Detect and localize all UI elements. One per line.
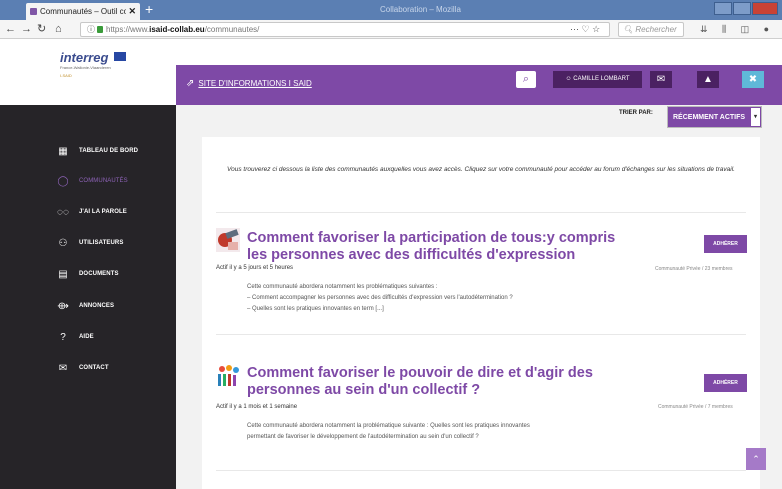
sidebar-item-dashboard[interactable]: ▦ TABLEAU DE BORD (56, 144, 138, 158)
logo-project: I-SAID (60, 73, 72, 78)
tab-title: Communautés – Outil collabo (40, 7, 127, 16)
sidebar-item-contact[interactable]: ✉ CONTACT (56, 361, 109, 375)
info-icon: ⓘ (87, 25, 95, 34)
logo-subtitle: France-Wallonie-Vlaanderen (60, 65, 111, 70)
notifications-button[interactable]: ▲ (697, 71, 719, 88)
sidebar-item-announcements[interactable]: ⟴ ANNONCES (56, 299, 114, 313)
community-activity: Actif il y a 5 jours et 5 heures (216, 265, 294, 271)
user-avatar-icon: ☺ (565, 76, 572, 82)
dashboard-icon: ▦ (58, 145, 68, 157)
favicon-icon (30, 8, 37, 15)
lock-icon (97, 26, 103, 33)
megaphone-icon: ⟴ (57, 300, 69, 312)
community-description: Cette communauté abordera notamment la p… (247, 423, 530, 440)
tab-close-icon[interactable]: ✕ (128, 6, 136, 17)
sidebar-item-help[interactable]: ? AIDE (56, 330, 94, 344)
header-search-button[interactable]: ⌕ (516, 71, 536, 88)
community-description: Cette communauté abordera notamment les … (247, 284, 513, 312)
sidebar-item-documents[interactable]: ▤ DOCUMENTS (56, 267, 119, 281)
chevron-down-icon: ▾ (751, 108, 760, 126)
search-icon: 🔍︎ (623, 25, 634, 34)
bell-icon: ▲ (703, 74, 713, 85)
new-tab-button[interactable]: + (145, 1, 153, 17)
join-community-button[interactable]: ADHÉRER (704, 235, 747, 253)
join-community-button[interactable]: ADHÉRER (704, 374, 747, 392)
speech-icon: ◌◌ (57, 206, 69, 218)
community-people-icon (218, 365, 239, 386)
forward-arrow-icon[interactable]: → (21, 22, 32, 36)
url-actions-icon[interactable]: ⋯ ♡ ☆ (570, 22, 600, 36)
community-title-link[interactable]: Comment favoriser la participation de to… (247, 230, 627, 264)
scroll-to-top-button[interactable]: ⌃ (746, 448, 766, 470)
document-icon: ▤ (58, 268, 68, 280)
window-title: Collaboration – Mozilla (380, 5, 461, 14)
sidebar-item-jai-la-parole[interactable]: ◌◌ J'AI LA PAROLE (56, 205, 127, 219)
logo[interactable]: interreg (60, 50, 108, 65)
user-menu-button[interactable]: ☺ CAMILLE LOMBART (553, 71, 642, 88)
envelope-icon: ✉ (656, 74, 666, 85)
community-type: Communauté Privée / 23 membres (655, 266, 733, 272)
community-type: Communauté Privée / 7 membres (658, 404, 733, 410)
messages-button[interactable]: ✉ (650, 71, 672, 88)
chevron-up-icon: ⌃ (752, 454, 760, 464)
eu-flag-icon (114, 52, 126, 61)
share-arrow-icon: ⇗ (186, 78, 195, 89)
sidebar-item-users[interactable]: ⚇ UTILISATEURS (56, 236, 124, 250)
browser-search-input[interactable]: 🔍︎ Rechercher (618, 22, 684, 37)
url-bar[interactable]: ⓘ https://www.isaid-collab.eu/communautes… (80, 22, 610, 37)
reload-icon[interactable]: ↻ (37, 22, 46, 36)
intro-text: Vous trouverez ci dessous la liste des c… (227, 166, 735, 173)
search-icon: ⌕ (522, 73, 530, 85)
divider (216, 334, 746, 335)
window-close-button[interactable] (752, 2, 778, 15)
community-title-link[interactable]: Comment favoriser le pouvoir de dire et … (247, 365, 627, 399)
chat-bubble-icon: ◯ (57, 175, 69, 187)
divider (216, 470, 746, 471)
back-arrow-icon[interactable]: ← (5, 22, 16, 36)
help-icon: ? (60, 331, 66, 343)
mail-icon: ✉ (58, 362, 68, 374)
users-icon: ⚇ (58, 237, 68, 249)
minimize-button[interactable] (714, 2, 732, 15)
browser-navbar: ← → ↻ ⌂ ⓘ https://www.isaid-collab.eu/com… (0, 20, 782, 39)
close-icon: ✖ (748, 74, 758, 85)
home-icon[interactable]: ⌂ (55, 22, 62, 36)
divider (216, 212, 746, 213)
browser-tab[interactable]: Communautés – Outil collabo ✕ (26, 3, 140, 20)
maximize-button[interactable] (733, 2, 751, 15)
browser-titlebar: Communautés – Outil collabo ✕ + Collabor… (0, 0, 782, 20)
sort-select[interactable]: RÉCEMMENT ACTIFS ▾ (667, 106, 762, 128)
site-info-link[interactable]: ⇗ SITE D'INFORMATIONS I SAID (186, 78, 312, 89)
community-image-icon (216, 228, 240, 252)
sort-label: TRIER PAR: (619, 110, 653, 116)
toolbar-icons[interactable]: ⇊ ⫼ ◫ ● ◆ (700, 23, 782, 35)
close-menu-button[interactable]: ✖ (742, 71, 764, 88)
sidebar-item-communities[interactable]: ◯ COMMUNAUTÉS (56, 174, 128, 188)
sidebar (0, 105, 176, 489)
community-activity: Actif il y a 1 mois et 1 semaine (216, 404, 298, 410)
